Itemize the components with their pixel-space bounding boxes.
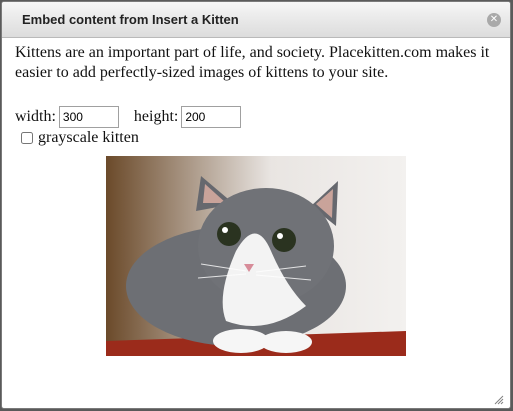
height-label: height:: [133, 108, 179, 125]
close-icon[interactable]: ✕: [487, 13, 501, 27]
resize-grip-icon[interactable]: [494, 392, 504, 405]
width-input[interactable]: [58, 106, 119, 128]
dialog-content: Kittens are an important part of life, a…: [15, 43, 498, 147]
dialog-title: Embed content from Insert a Kitten: [22, 12, 239, 27]
dialog-titlebar[interactable]: Embed content from Insert a Kitten ✕: [2, 2, 510, 38]
intro-text: Kittens are an important part of life, a…: [15, 44, 490, 81]
embed-dialog: Embed content from Insert a Kitten ✕ Kit…: [1, 1, 511, 409]
grayscale-checkbox[interactable]: [21, 132, 33, 144]
dimension-fields: width: height:: [15, 106, 498, 128]
grayscale-label: grayscale kitten: [38, 129, 139, 146]
grayscale-row: grayscale kitten: [15, 129, 498, 147]
width-label: width:: [15, 108, 56, 125]
height-input[interactable]: [181, 106, 242, 128]
kitten-photo: [106, 156, 406, 356]
